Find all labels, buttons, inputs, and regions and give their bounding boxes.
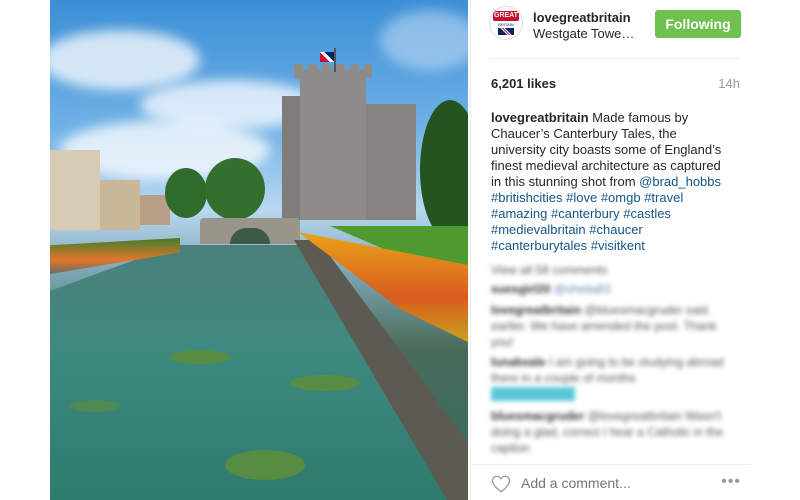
tree: [205, 158, 265, 220]
avatar-logo-icon: GREAT: [493, 11, 519, 21]
comment-item: bluesmacgruder @lovegreatbritain Wasn't …: [491, 408, 731, 456]
comment-item: lunakeale I am going to be studying abro…: [491, 354, 731, 386]
following-button[interactable]: Following: [655, 10, 741, 38]
westgate-tower: [294, 64, 372, 220]
building: [100, 180, 140, 230]
comment-footer: •••: [471, 464, 751, 500]
view-all-comments-label: View all 58 comments: [491, 263, 608, 277]
more-options-icon[interactable]: •••: [721, 473, 741, 491]
comment-item: suesgirl20 @sheila83: [491, 281, 731, 297]
water-weed: [225, 450, 305, 480]
divider: [489, 58, 741, 59]
cloud: [50, 30, 200, 90]
view-all-comments[interactable]: View all 58 comments: [491, 262, 731, 278]
post-photo[interactable]: [50, 0, 468, 500]
comment-user[interactable]: suesgirl20: [491, 282, 550, 296]
comment-item: lovegreatbritain @bluesmacgruder said ea…: [491, 302, 731, 350]
username-link[interactable]: lovegreatbritain: [533, 10, 631, 25]
caption-mention[interactable]: @brad_hobbs: [639, 174, 721, 189]
comment-hashtag[interactable]: #visitcanterbury: [491, 387, 576, 401]
post-header: GREAT BRITAIN lovegreatbritain Westgate …: [471, 0, 751, 58]
post-time: 14h: [718, 76, 740, 91]
likes-count[interactable]: 6,201 likes: [491, 76, 556, 91]
comment-user[interactable]: lovegreatbritain: [491, 303, 581, 317]
avatar-logo-subtext: BRITAIN: [498, 22, 514, 27]
location-link[interactable]: Westgate Towers, Canterbury: [533, 26, 638, 41]
caption-username[interactable]: lovegreatbritain: [491, 110, 589, 125]
comment-item: #visitcanterbury: [491, 386, 731, 402]
tower-right: [366, 104, 416, 220]
post-caption: lovegreatbritain Made famous by Chaucer’…: [491, 110, 731, 254]
comment-text: @sheila83: [553, 282, 611, 296]
water-weed: [290, 375, 360, 391]
comment-user[interactable]: bluesmacgruder: [491, 409, 584, 423]
tree: [165, 168, 207, 218]
union-flag-icon: [498, 28, 514, 35]
water-weed: [70, 400, 120, 412]
cloud: [380, 10, 468, 70]
post-details-panel: GREAT BRITAIN lovegreatbritain Westgate …: [470, 0, 751, 500]
water-weed: [170, 350, 230, 364]
flagpole: [334, 48, 336, 72]
bridge: [200, 218, 300, 244]
tree: [420, 100, 468, 240]
comment-user[interactable]: lunakeale: [491, 355, 546, 369]
heart-icon[interactable]: [491, 475, 511, 493]
building: [50, 150, 100, 230]
avatar[interactable]: GREAT BRITAIN: [489, 6, 523, 40]
comment-input[interactable]: [521, 475, 671, 491]
union-flag: [320, 52, 334, 62]
caption-hashtags[interactable]: #britishcities #love #omgb #travel #amaz…: [491, 190, 683, 253]
